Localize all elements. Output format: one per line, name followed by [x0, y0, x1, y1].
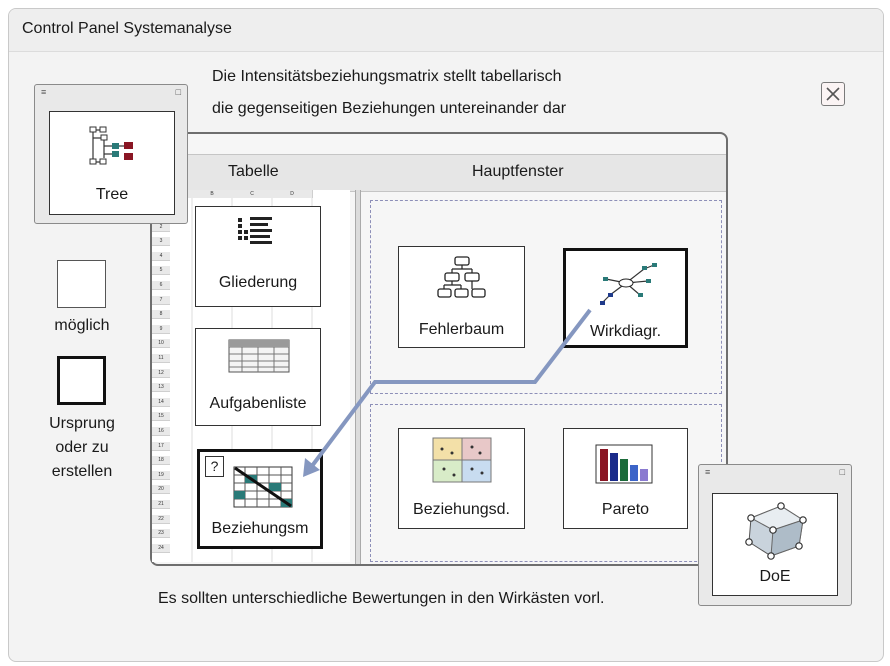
sheet-row-number: 4 — [152, 251, 170, 261]
outline-label: Gliederung — [218, 274, 298, 291]
main-window-column-header: Hauptfenster — [472, 163, 564, 180]
sheet-row-number: 16 — [152, 427, 170, 436]
relation-matrix-card[interactable]: ? Beziehungsm — [197, 449, 323, 549]
sheet-row-number: 21 — [152, 500, 170, 509]
pareto-label: Pareto — [601, 501, 650, 518]
pareto-card[interactable]: Pareto — [563, 428, 688, 529]
outline-card[interactable]: Gliederung — [195, 206, 321, 307]
doe-label: DoE — [759, 568, 791, 585]
restore-icon[interactable]: □ — [840, 467, 845, 477]
sheet-row-number: 6 — [152, 281, 170, 290]
menu-icon[interactable]: ≡ — [705, 467, 710, 477]
sheet-row-number: 10 — [152, 339, 170, 349]
tree-label: Tree — [95, 186, 129, 203]
sheet-row-number: 19 — [152, 470, 170, 480]
tree-floating-window[interactable]: ≡ □ Tree — [34, 84, 188, 224]
title-bar[interactable]: Control Panel Systemanalyse — [9, 9, 883, 52]
close-icon — [826, 87, 840, 101]
sheet-row-number: 24 — [152, 543, 170, 553]
table-column-header: Tabelle — [228, 163, 279, 180]
effect-diagram-icon — [600, 263, 657, 305]
restore-icon[interactable]: □ — [176, 87, 181, 97]
relation-diagram-icon — [432, 437, 492, 483]
fault-tree-label: Fehlerbaum — [418, 321, 505, 338]
effect-diagram-label: Wirkdiagr. — [589, 323, 662, 340]
relation-diagram-label: Beziehungsd. — [413, 501, 510, 518]
sheet-row-number: 22 — [152, 514, 170, 524]
sheet-row-number: 9 — [152, 324, 170, 334]
window-title: Control Panel Systemanalyse — [22, 20, 232, 37]
close-button[interactable] — [821, 82, 845, 106]
sheet-row-number: 23 — [152, 529, 170, 539]
sheet-row-number: 13 — [152, 383, 170, 393]
help-badge[interactable]: ? — [205, 456, 224, 477]
description-line-1: Die Intensitätsbeziehungsmatrix stellt t… — [212, 68, 562, 85]
possible-legend-label: möglich — [54, 317, 110, 334]
doe-card[interactable]: DoE — [712, 493, 838, 596]
sheet-row-number: 12 — [152, 368, 170, 378]
tree-icon — [89, 126, 133, 165]
sheet-column-header: B — [192, 190, 233, 198]
sheet-row-number: 18 — [152, 456, 170, 466]
sheet-row-number: 5 — [152, 266, 170, 276]
origin-legend-label-line1: Ursprung — [49, 415, 115, 432]
sheet-row-number: 17 — [152, 441, 170, 451]
effect-diagram-card[interactable]: Wirkdiagr. — [563, 248, 688, 348]
task-list-card[interactable]: Aufgabenliste — [195, 328, 321, 426]
sheet-row-number: 7 — [152, 295, 170, 305]
fault-tree-card[interactable]: Fehlerbaum — [398, 246, 525, 348]
possible-legend-swatch — [57, 260, 106, 308]
footer-hint: Es sollten unterschiedliche Bewertungen … — [158, 590, 605, 607]
column-divider[interactable] — [355, 190, 361, 564]
sheet-row-number: 11 — [152, 354, 170, 363]
origin-legend-label-line2: oder zu — [55, 439, 109, 456]
sheet-row-number: 14 — [152, 397, 170, 407]
menu-icon[interactable]: ≡ — [41, 87, 46, 97]
tree-card[interactable]: Tree — [49, 111, 175, 215]
fault-tree-icon — [437, 256, 486, 298]
doe-cube-icon — [745, 502, 807, 560]
sheet-column-header: D — [272, 190, 313, 198]
sheet-row-number: 15 — [152, 412, 170, 422]
origin-legend-swatch — [57, 356, 106, 405]
column-header-band: Tabelle Hauptfenster — [152, 154, 726, 192]
relation-diagram-card[interactable]: Beziehungsd. — [398, 428, 525, 529]
sheet-row-number: 3 — [152, 237, 170, 247]
task-list-icon — [228, 339, 290, 373]
relation-matrix-label: Beziehungsm — [211, 520, 309, 537]
outline-icon — [238, 217, 272, 244]
sheet-row-number: 8 — [152, 310, 170, 320]
description-line-2: die gegenseitigen Beziehungen untereinan… — [212, 100, 567, 117]
pareto-icon — [595, 444, 653, 484]
task-list-label: Aufgabenliste — [209, 395, 307, 412]
sheet-row-number: 20 — [152, 485, 170, 495]
relation-matrix-icon — [233, 466, 293, 508]
sheet-column-header: C — [232, 190, 273, 198]
doe-floating-window[interactable]: ≡ □ DoE — [698, 464, 852, 606]
origin-legend-label-line3: erstellen — [51, 463, 113, 480]
